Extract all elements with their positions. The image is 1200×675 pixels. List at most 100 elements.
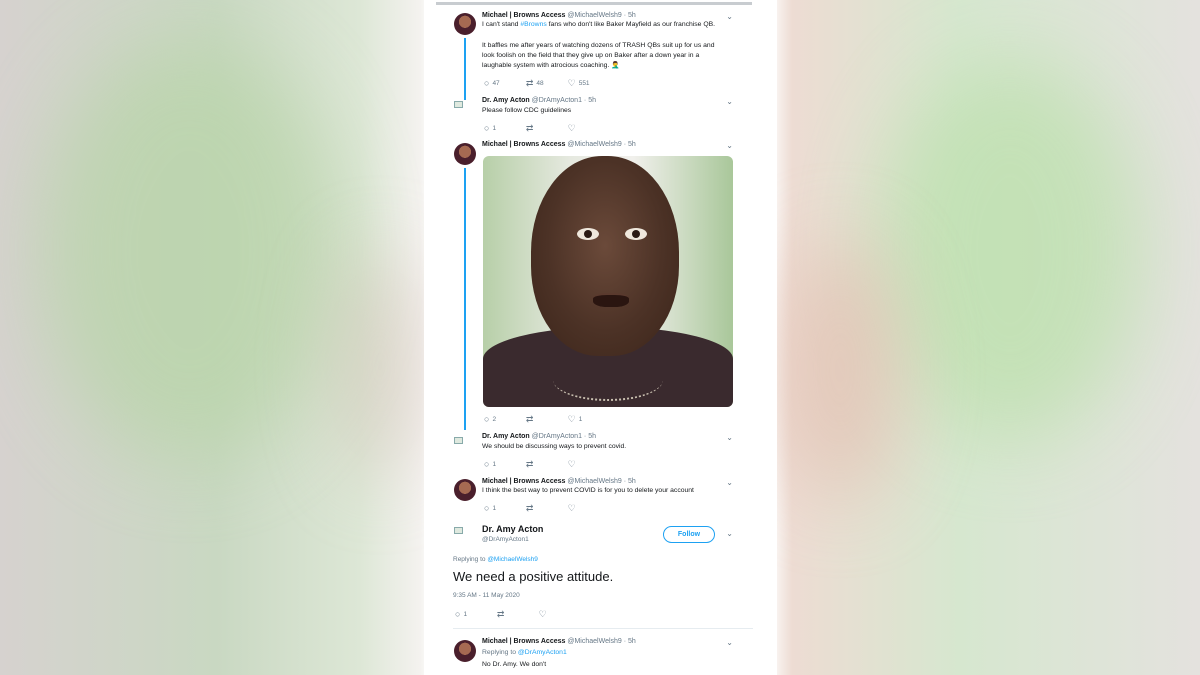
like-icon: ♡ xyxy=(567,459,576,469)
reply-icon: ○ xyxy=(484,123,490,133)
author-handle[interactable]: @MichaelWelsh9 xyxy=(567,638,621,645)
reply-button[interactable]: ○ 1 xyxy=(484,503,524,513)
tweet-text: I think the best way to prevent COVID is… xyxy=(482,487,694,494)
chevron-down-icon[interactable]: ⌄ xyxy=(726,433,733,442)
reply-count: 1 xyxy=(492,505,497,512)
thread-line xyxy=(464,168,466,430)
tweet-time[interactable]: · 5h xyxy=(584,97,596,104)
tweet-time[interactable]: · 5h xyxy=(624,12,636,19)
reply-button[interactable]: ○ 1 xyxy=(484,123,524,133)
author-name[interactable]: Dr. Amy Acton xyxy=(482,97,530,104)
like-icon: ♡ xyxy=(567,78,576,88)
chevron-down-icon[interactable]: ⌄ xyxy=(726,97,733,106)
avatar[interactable] xyxy=(454,640,476,662)
like-button[interactable]: ♡ xyxy=(568,123,579,134)
tweet-timestamp[interactable]: 9:35 AM - 11 May 2020 xyxy=(453,592,520,599)
replying-to: Replying to @DrAmyActon1 xyxy=(482,648,727,658)
author-name[interactable]: Michael | Browns Access xyxy=(482,638,565,645)
avatar[interactable] xyxy=(454,98,463,108)
like-icon: ♡ xyxy=(567,503,576,513)
reply-button[interactable]: ○ 1 xyxy=(484,459,524,469)
reply-icon: ○ xyxy=(484,459,490,469)
thread-line xyxy=(464,38,466,100)
like-button[interactable]: ♡ xyxy=(568,503,579,514)
tweet-header: Michael | Browns Access @MichaelWelsh9 ·… xyxy=(482,478,636,485)
like-count: 1 xyxy=(578,416,583,423)
retweet-icon: ⇄ xyxy=(496,609,505,619)
author-handle[interactable]: @MichaelWelsh9 xyxy=(567,12,621,19)
tweet-text-part: I can't stand xyxy=(482,21,521,28)
avatar[interactable] xyxy=(454,479,476,501)
tweet-actions: ○ 1 ⇄ ♡ xyxy=(484,123,579,134)
tweet-text: I can't stand #Browns fans who don't lik… xyxy=(482,20,727,30)
tweet-photo[interactable] xyxy=(483,156,733,407)
like-icon: ♡ xyxy=(567,414,576,424)
like-button[interactable]: ♡ xyxy=(539,609,550,620)
reply-icon: ○ xyxy=(484,414,490,424)
tweet-time[interactable]: · 5h xyxy=(584,433,596,440)
tweet-time[interactable]: · 5h xyxy=(624,638,636,645)
photo-mouth xyxy=(593,293,629,307)
chevron-down-icon[interactable]: ⌄ xyxy=(726,638,733,647)
retweet-icon: ⇄ xyxy=(525,459,534,469)
avatar[interactable] xyxy=(454,524,463,534)
retweet-button[interactable]: ⇄ xyxy=(526,414,566,425)
author-name[interactable]: Michael | Browns Access xyxy=(482,478,565,485)
author-name[interactable]: Michael | Browns Access xyxy=(482,12,565,19)
chevron-down-icon[interactable]: ⌄ xyxy=(726,529,733,538)
reply-button[interactable]: ○ 1 xyxy=(455,609,495,619)
reply-button[interactable]: ○ 2 xyxy=(484,414,524,424)
author-name[interactable]: Dr. Amy Acton xyxy=(482,433,530,440)
retweet-button[interactable]: ⇄ xyxy=(497,609,537,620)
chevron-down-icon[interactable]: ⌄ xyxy=(726,478,733,487)
author-handle[interactable]: @MichaelWelsh9 xyxy=(567,141,621,148)
like-icon: ♡ xyxy=(538,609,547,619)
replying-prefix: Replying to xyxy=(482,649,518,656)
tweet-header: Michael | Browns Access @MichaelWelsh9 ·… xyxy=(482,12,636,19)
tweet-header: Michael | Browns Access @MichaelWelsh9 ·… xyxy=(482,141,636,148)
replying-handle-link[interactable]: @DrAmyActon1 xyxy=(518,649,567,656)
reply-count: 1 xyxy=(492,125,497,132)
chevron-down-icon[interactable]: ⌄ xyxy=(726,141,733,150)
follow-button[interactable]: Follow xyxy=(663,526,715,543)
tweet-actions: ○ 2 ⇄ ♡ 1 xyxy=(484,414,582,425)
avatar[interactable] xyxy=(454,434,463,444)
photo-eye xyxy=(625,228,647,240)
retweet-icon: ⇄ xyxy=(525,414,534,424)
author-name[interactable]: Dr. Amy Acton xyxy=(482,524,543,534)
photo-chain xyxy=(553,359,663,401)
like-button[interactable]: ♡ 551 xyxy=(568,78,590,89)
tweet-text: Please follow CDC guidelines xyxy=(482,107,572,114)
tweet-time[interactable]: · 5h xyxy=(624,478,636,485)
retweet-button[interactable]: ⇄ 48 xyxy=(526,78,566,89)
photo-eye xyxy=(577,228,599,240)
like-icon: ♡ xyxy=(567,123,576,133)
author-name[interactable]: Michael | Browns Access xyxy=(482,141,565,148)
author-handle[interactable]: @DrAmyActon1 xyxy=(532,433,582,440)
twitter-thread-panel: Michael | Browns Access @MichaelWelsh9 ·… xyxy=(424,0,777,675)
replying-prefix: Replying to xyxy=(453,556,488,563)
author-handle[interactable]: @MichaelWelsh9 xyxy=(567,478,621,485)
like-button[interactable]: ♡ xyxy=(568,459,579,470)
reply-button[interactable]: ○ 47 xyxy=(484,78,524,88)
tweet-header: Dr. Amy Acton @DrAmyActon1 · 5h xyxy=(482,97,596,104)
tweet-actions: ○ 47 ⇄ 48 ♡ 551 xyxy=(484,78,590,89)
author-handle[interactable]: @DrAmyActon1 xyxy=(532,97,582,104)
tweet-time[interactable]: · 5h xyxy=(624,141,636,148)
author-handle[interactable]: @DrAmyActon1 xyxy=(482,536,529,543)
avatar[interactable] xyxy=(454,13,476,35)
reply-icon: ○ xyxy=(484,78,490,88)
retweet-button[interactable]: ⇄ xyxy=(526,459,566,470)
tweet-header: Dr. Amy Acton @DrAmyActon1 · 5h xyxy=(482,433,596,440)
reply-icon: ○ xyxy=(484,503,490,513)
chevron-down-icon[interactable]: ⌄ xyxy=(726,12,733,21)
like-button[interactable]: ♡ 1 xyxy=(568,414,583,425)
tweet-text: It baffles me after years of watching do… xyxy=(482,42,715,69)
reply-icon: ○ xyxy=(455,609,461,619)
avatar[interactable] xyxy=(454,143,476,165)
retweet-button[interactable]: ⇄ xyxy=(526,123,566,134)
hashtag-link[interactable]: #Browns xyxy=(520,21,546,28)
retweet-button[interactable]: ⇄ xyxy=(526,503,566,514)
replying-handle-link[interactable]: @MichaelWelsh9 xyxy=(487,556,538,563)
divider xyxy=(453,628,753,629)
